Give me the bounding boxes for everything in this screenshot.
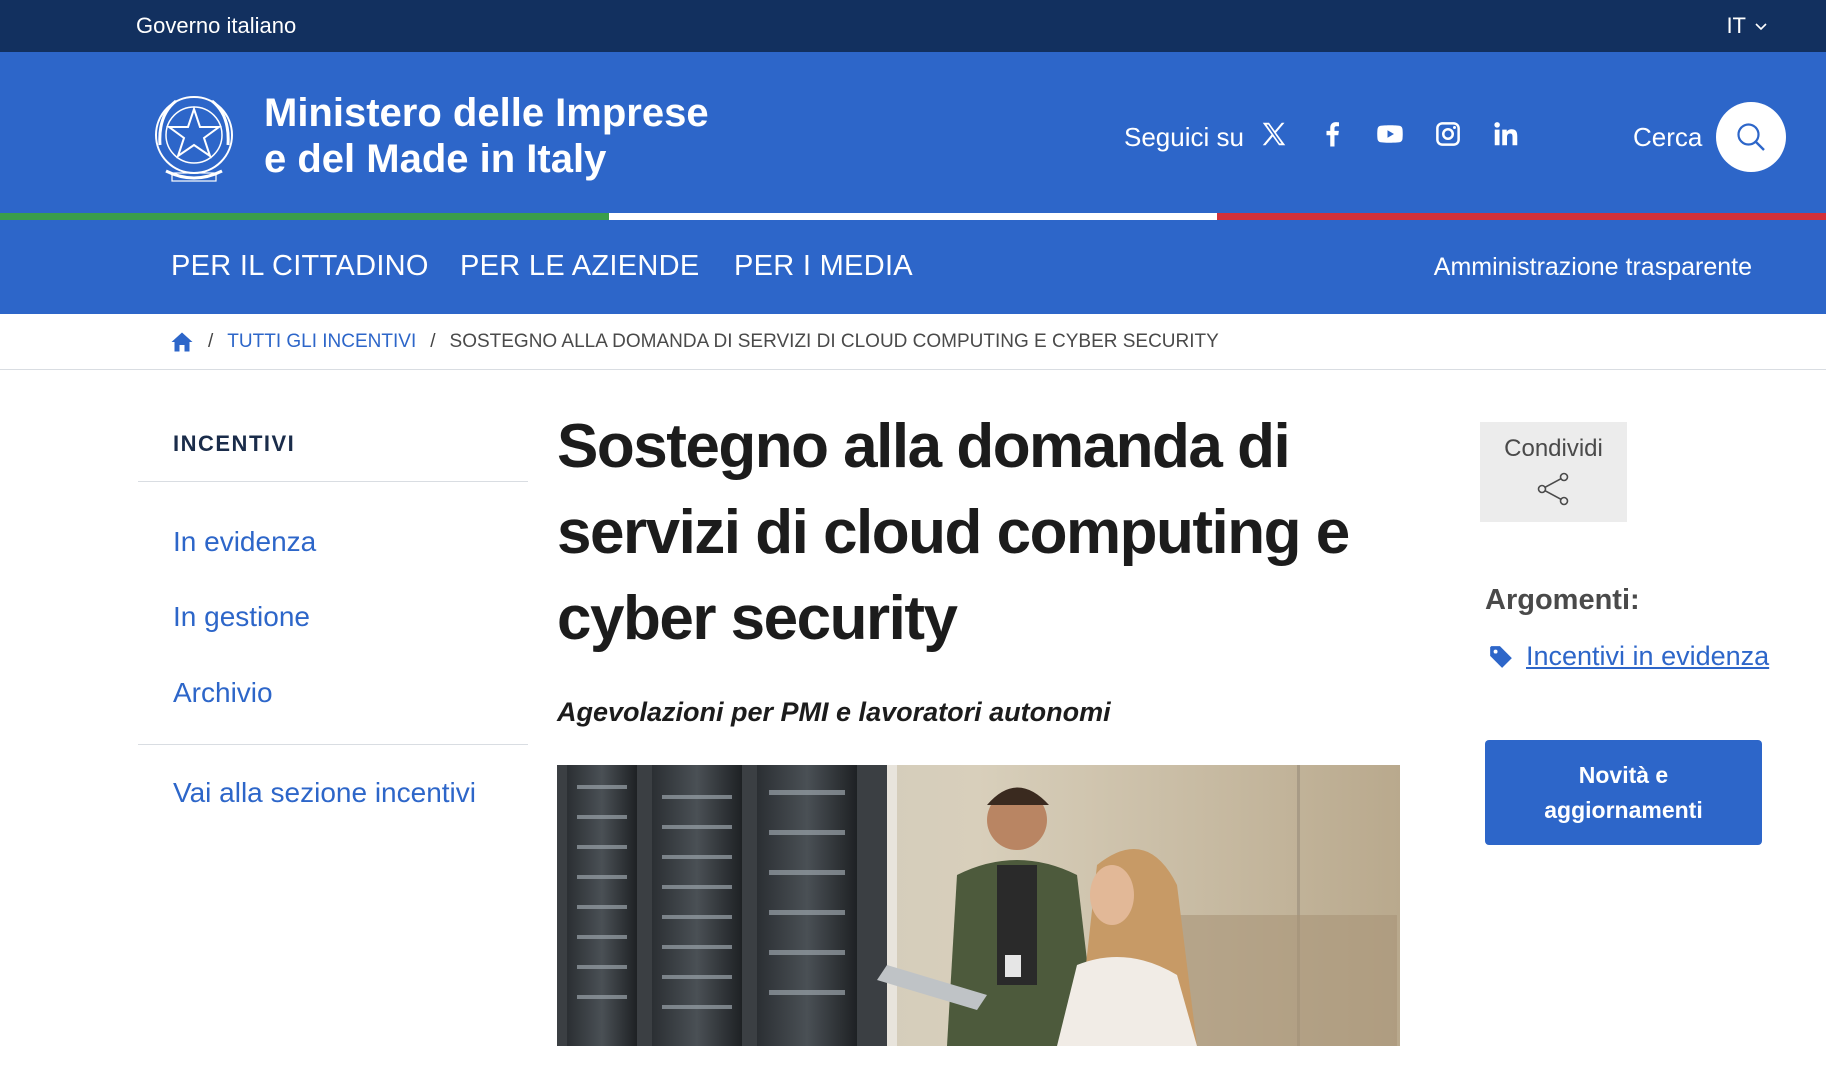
gov-link[interactable]: Governo italiano	[136, 13, 296, 39]
topic-link[interactable]: Incentivi in evidenza	[1488, 641, 1769, 672]
nav-item-aziende[interactable]: PER LE AZIENDE	[460, 250, 700, 283]
nav-item-media[interactable]: PER I MEDIA	[734, 250, 913, 283]
tag-icon	[1490, 645, 1512, 668]
page-subtitle: Agevolazioni per PMI e lavoratori autono…	[557, 697, 1111, 727]
search-button[interactable]	[1716, 102, 1786, 172]
slim-header: Governo italiano IT	[0, 0, 1826, 52]
home-icon[interactable]	[170, 330, 194, 354]
linkedin-icon[interactable]	[1488, 116, 1524, 152]
sidebar-item-in-gestione[interactable]: In gestione	[173, 601, 310, 633]
tricolor-green	[0, 213, 609, 220]
news-updates-button[interactable]: Novità e aggiornamenti	[1485, 740, 1762, 845]
brand-line-1: Ministero delle Imprese	[264, 91, 709, 135]
instagram-icon[interactable]	[1430, 116, 1466, 152]
language-label: IT	[1726, 13, 1746, 38]
sidebar-item-in-evidenza[interactable]: In evidenza	[173, 526, 316, 558]
emblem-icon[interactable]	[146, 85, 242, 189]
title-line-3: cyber security	[557, 584, 958, 653]
social-links	[1256, 116, 1524, 152]
hero-illustration	[557, 765, 1400, 1046]
title-line-1: Sostegno alla domanda di	[557, 412, 1291, 481]
sidebar-section-link[interactable]: Vai alla sezione incentivi	[173, 777, 476, 809]
search-icon	[1737, 123, 1765, 151]
share-label: Condividi	[1504, 435, 1603, 462]
tricolor-red	[1217, 213, 1826, 220]
breadcrumb-incentivi-link[interactable]: TUTTI GLI INCENTIVI	[227, 331, 416, 353]
title-line-2: servizi di cloud computing e	[557, 498, 1350, 567]
chevron-down-icon	[1755, 23, 1767, 31]
topic-label: Incentivi in evidenza	[1526, 641, 1770, 671]
breadcrumb-separator: /	[430, 330, 436, 352]
tricolor-white	[608, 213, 1218, 220]
search-label: Cerca	[1633, 122, 1703, 152]
page-title: Sostegno alla domanda di servizi di clou…	[557, 404, 1357, 662]
nav-amministrazione-trasparente[interactable]: Amministrazione trasparente	[1434, 253, 1752, 282]
site-brand[interactable]: Ministero delle Imprese e del Made in It…	[264, 90, 709, 182]
share-button[interactable]: Condividi	[1480, 422, 1627, 522]
sidebar-item-archivio[interactable]: Archivio	[173, 677, 273, 709]
tricolor-bar	[0, 213, 1826, 220]
topics-title: Argomenti:	[1485, 584, 1640, 616]
facebook-icon[interactable]	[1314, 116, 1350, 152]
header: Ministero delle Imprese e del Made in It…	[0, 52, 1826, 213]
hero-image	[557, 765, 1400, 1046]
youtube-icon[interactable]	[1372, 116, 1408, 152]
breadcrumb: / TUTTI GLI INCENTIVI / SOSTEGNO ALLA DO…	[0, 314, 1826, 370]
sidebar-divider	[138, 481, 528, 482]
sidebar-divider	[138, 744, 528, 745]
brand-line-2: e del Made in Italy	[264, 137, 607, 181]
breadcrumb-separator: /	[208, 330, 214, 352]
x-twitter-icon[interactable]	[1256, 116, 1292, 152]
language-selector[interactable]: IT	[1726, 13, 1768, 39]
main-navigation: PER IL CITTADINO PER LE AZIENDE PER I ME…	[0, 220, 1826, 314]
sidebar-title: INCENTIVI	[173, 431, 296, 456]
share-icon	[1537, 472, 1568, 506]
nav-item-cittadino[interactable]: PER IL CITTADINO	[171, 250, 429, 283]
breadcrumb-current: SOSTEGNO ALLA DOMANDA DI SERVIZI DI CLOU…	[449, 330, 1219, 352]
follow-label: Seguici su	[1124, 122, 1244, 152]
